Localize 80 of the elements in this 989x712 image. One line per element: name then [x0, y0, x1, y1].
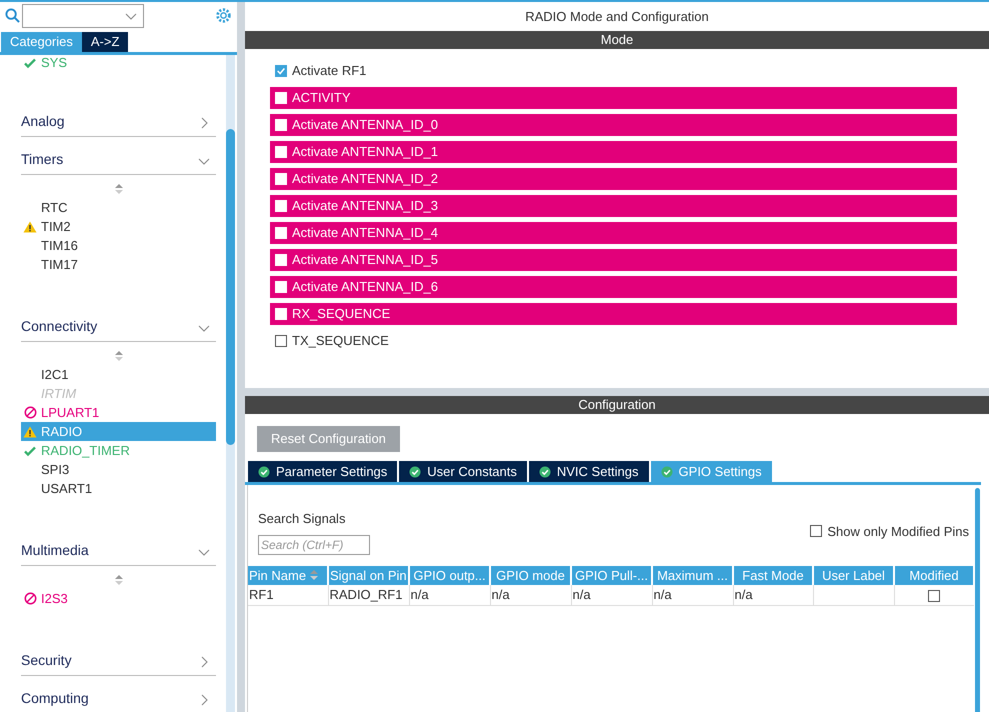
column-header[interactable]: GPIO Pull-...	[571, 566, 652, 585]
config-tab[interactable]: User Constants	[399, 461, 527, 482]
table-cell: RF1	[248, 585, 328, 605]
config-tab[interactable]: Parameter Settings	[248, 461, 398, 482]
check-icon	[24, 56, 36, 68]
settings-icon[interactable]	[215, 7, 232, 24]
sidebar-tab[interactable]: Categories	[1, 32, 82, 52]
column-header[interactable]: GPIO outp...	[409, 566, 490, 585]
config-tab[interactable]: GPIO Settings	[650, 461, 772, 482]
config-tab[interactable]: NVIC Settings	[528, 461, 649, 482]
search-field[interactable]: Search (Ctrl+F)	[258, 534, 370, 554]
mode-option[interactable]: Activate ANTENNA_ID_6	[270, 276, 957, 298]
scrollbar[interactable]	[975, 488, 980, 712]
table-cell: RADIO_RF1	[328, 585, 409, 605]
check-icon	[24, 444, 36, 456]
show-modified-checkbox[interactable]: Show only Modified Pins	[810, 522, 969, 541]
sort-icon[interactable]	[114, 350, 122, 362]
mode-option[interactable]: Activate ANTENNA_ID_1	[270, 141, 957, 163]
mode-option[interactable]: Activate RF1	[270, 60, 957, 82]
peripheral-item[interactable]: RADIO_TIMER	[21, 441, 216, 460]
column-header[interactable]: Pin Name	[248, 566, 328, 585]
category-header[interactable]: Computing	[21, 676, 216, 712]
peripheral-item[interactable]: RADIO	[21, 422, 216, 441]
check-circle-icon	[409, 466, 422, 478]
warning-icon	[23, 220, 37, 232]
sort-icon[interactable]	[114, 574, 122, 586]
category-header[interactable]: Security	[21, 638, 216, 676]
warning-icon	[23, 426, 37, 438]
peripheral-item[interactable]: LPUART1	[21, 403, 216, 422]
checkbox[interactable]	[275, 335, 287, 347]
peripheral-item[interactable]: I2S3	[21, 589, 216, 608]
window-title: RADIO Mode and Configuration	[524, 8, 710, 26]
mode-option[interactable]: Activate ANTENNA_ID_2	[270, 168, 957, 190]
checkbox[interactable]	[275, 65, 287, 77]
column-header[interactable]: Fast Mode	[733, 566, 813, 585]
sort-icon[interactable]	[310, 569, 318, 582]
mode-option[interactable]: ACTIVITY	[270, 87, 957, 109]
search-dropdown[interactable]	[22, 4, 144, 28]
mode-option[interactable]: Activate ANTENNA_ID_5	[270, 249, 957, 271]
column-header[interactable]: Modified	[894, 566, 974, 585]
mode-option[interactable]: Activate ANTENNA_ID_0	[270, 114, 957, 136]
peripheral-item[interactable]: TIM2	[21, 217, 216, 236]
peripheral-item[interactable]: SPI3	[21, 460, 216, 479]
category-header[interactable]: Timers	[21, 137, 216, 175]
category-header[interactable]: Multimedia	[21, 528, 216, 566]
table-cell: n/a	[409, 585, 490, 605]
mode-option[interactable]: RX_SEQUENCE	[270, 303, 957, 325]
prohibited-icon	[24, 592, 36, 605]
category-header[interactable]: Analog	[21, 99, 216, 137]
table-cell: n/a	[490, 585, 571, 605]
peripheral-item[interactable]: SYS	[21, 55, 216, 72]
modified-checkbox[interactable]	[928, 590, 940, 602]
search-label: Search Signals	[258, 510, 346, 528]
peripheral-item[interactable]: TIM17	[21, 255, 216, 274]
check-circle-icon	[538, 466, 551, 478]
reset-button[interactable]: Reset Configuration	[257, 426, 400, 452]
mode-option[interactable]: Activate ANTENNA_ID_4	[270, 222, 957, 244]
peripheral-item[interactable]: TIM16	[21, 236, 216, 255]
check-circle-icon	[258, 466, 270, 478]
check-circle-icon	[660, 466, 673, 478]
section-header: Configuration	[245, 396, 989, 414]
sort-icon[interactable]	[114, 183, 122, 195]
peripheral-item[interactable]: USART1	[21, 479, 216, 498]
column-header[interactable]: Signal on Pin	[328, 566, 409, 585]
search-icon[interactable]	[5, 8, 20, 23]
table-cell: n/a	[571, 585, 652, 605]
column-header[interactable]: Maximum ...	[652, 566, 733, 585]
column-header[interactable]: GPIO mode	[490, 566, 571, 585]
mode-option[interactable]: Activate ANTENNA_ID_3	[270, 195, 957, 217]
peripheral-item[interactable]: I2C1	[21, 365, 216, 384]
prohibited-icon	[24, 406, 36, 419]
category-header[interactable]: Connectivity	[21, 304, 216, 342]
mode-option[interactable]: TX_SEQUENCE	[270, 330, 957, 352]
column-header[interactable]: User Label	[813, 566, 894, 585]
table-cell: n/a	[733, 585, 813, 605]
sidebar-tab[interactable]: A->Z	[82, 32, 128, 52]
table-cell: n/a	[652, 585, 733, 605]
section-header: Mode	[245, 31, 989, 49]
peripheral-item[interactable]: RTC	[21, 198, 216, 217]
scrollbar[interactable]	[226, 55, 235, 712]
